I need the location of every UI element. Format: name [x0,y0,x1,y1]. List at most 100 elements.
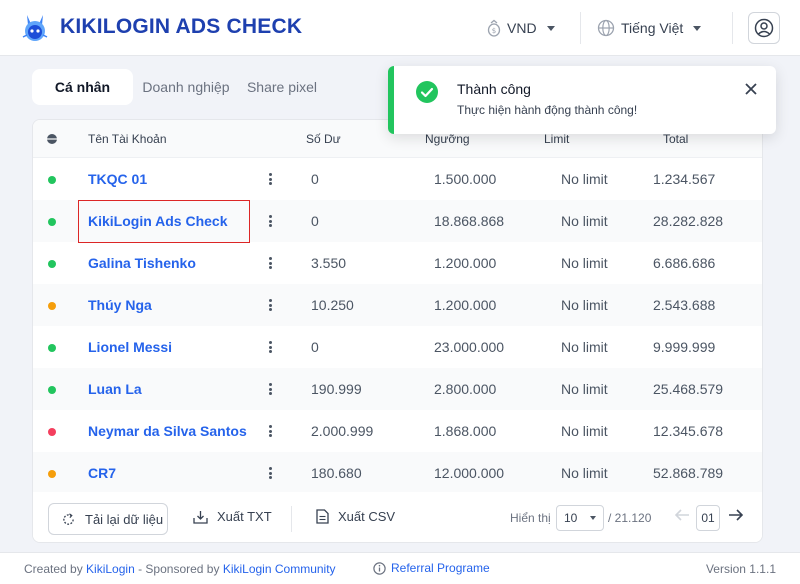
version-label: Version 1.1.1 [705,562,776,576]
balance-cell: 0 [311,171,319,187]
chevron-down-icon [590,516,596,520]
arrow-left-icon[interactable] [674,508,690,522]
account-name-link[interactable]: Thúy Nga [88,297,152,313]
svg-text:$: $ [492,27,496,35]
currency-select[interactable]: $ VND [487,16,555,40]
more-options-icon[interactable] [266,465,274,481]
header-divider [732,12,733,44]
page-size-value: 10 [564,511,578,525]
balance-cell: 3.550 [311,255,347,271]
currency-label: VND [507,20,537,36]
more-options-icon[interactable] [266,297,274,313]
credits: Created by KikiLogin - Sponsored by Kiki… [24,562,336,576]
refresh-icon [63,512,74,525]
balance-cell: 190.999 [311,381,362,397]
column-header-total[interactable]: Total [663,132,688,146]
globe-icon [597,19,615,37]
limit-cell: No limit [561,297,608,313]
balance-cell: 180.680 [311,465,362,481]
account-name-link[interactable]: KikiLogin Ads Check [88,213,228,229]
header-divider [580,12,581,44]
arrow-right-icon[interactable] [728,508,744,522]
more-options-icon[interactable] [266,423,274,439]
table-row[interactable]: Luan La 190.999 2.800.000 No limit 25.468.57… [33,368,762,410]
threshold-cell: 2.800.000 [434,381,497,397]
threshold-cell: 1.868.000 [434,423,497,439]
column-header-name[interactable]: Tên Tài Khoản [88,132,167,146]
column-header-limit[interactable]: Limit [544,132,569,146]
download-icon [193,510,208,524]
column-header-balance[interactable]: Số Dư [306,132,341,146]
account-name-link[interactable]: TKQC 01 [88,171,147,187]
status-column-icon [47,134,57,144]
kikilogin-link[interactable]: KikiLogin [86,562,135,576]
language-select[interactable]: Tiếng Việt [597,16,702,40]
more-options-icon[interactable] [266,171,274,187]
app-header: KIKILOGIN ADS CHECK $ VND Tiếng Việt [0,0,800,56]
reload-label: Tải lại dữ liệu [85,511,164,527]
tab-share-pixel[interactable]: Share pixel [239,69,325,105]
balance-cell: 0 [311,339,319,355]
status-dot [48,428,56,436]
table-row[interactable]: TKQC 01 0 1.500.000 No limit 1.234.567 [33,158,762,200]
check-circle-icon [416,81,438,103]
account-name-link[interactable]: Lionel Messi [88,339,172,355]
status-dot [48,344,56,352]
toolbar-divider [291,506,292,532]
balance-cell: 2.000.999 [311,423,374,439]
status-dot [48,302,56,310]
app-title: KIKILOGIN ADS CHECK [60,15,303,38]
close-icon[interactable] [745,83,757,95]
table-row[interactable]: Thúy Nga 10.250 1.200.000 No limit 2.543.688 [33,284,762,326]
export-txt-button[interactable]: Xuất TXT [193,509,272,524]
total-cell: 2.543.688 [653,297,716,313]
account-name-link[interactable]: Luan La [88,381,142,397]
status-dot [48,260,56,268]
user-menu-button[interactable] [748,12,780,44]
table-row[interactable]: Galina Tishenko 3.550 1.200.000 No limit 6.6… [33,242,762,284]
total-cell: 6.686.686 [653,255,716,271]
threshold-cell: 23.000.000 [434,339,505,355]
more-options-icon[interactable] [266,213,274,229]
community-link[interactable]: KikiLogin Community [223,562,336,576]
page-size-label: Hiển thị [510,511,551,525]
table-row[interactable]: Lionel Messi 0 23.000.000 No limit 9.999.999 [33,326,762,368]
tab-personal[interactable]: Cá nhân [32,69,133,105]
account-name-link[interactable]: Neymar da Silva Santos [88,423,247,439]
export-csv-label: Xuất CSV [338,509,396,524]
account-name-link[interactable]: Galina Tishenko [88,255,196,271]
total-count: / 21.120 [608,511,652,525]
threshold-cell: 12.000.000 [434,465,505,481]
page-footer: Created by KikiLogin - Sponsored by Kiki… [0,552,800,584]
account-tabs: Cá nhân Doanh nghiệp Share pixel [32,69,325,105]
status-dot [48,470,56,478]
threshold-cell: 1.500.000 [434,171,497,187]
tab-business[interactable]: Doanh nghiệp [133,69,239,105]
table-row[interactable]: CR7 180.680 12.000.000 No limit 52.868.789 [33,452,762,494]
limit-cell: No limit [561,171,608,187]
column-header-threshold[interactable]: Ngưỡng [425,132,470,146]
bunny-logo-icon[interactable] [20,13,50,43]
limit-cell: No limit [561,339,608,355]
more-options-icon[interactable] [266,255,274,271]
more-options-icon[interactable] [266,381,274,397]
page-size-select[interactable]: 10 [556,505,604,531]
page-number-input[interactable]: 01 [696,505,720,531]
chevron-down-icon [693,25,702,31]
status-dot [48,176,56,184]
chevron-down-icon [546,25,555,31]
table-toolbar: Tải lại dữ liệu Xuất TXT Xuất CSV Hiển t… [33,492,762,542]
limit-cell: No limit [561,255,608,271]
table-row[interactable]: KikiLogin Ads Check 0 18.868.868 No limit 28… [33,200,762,242]
total-cell: 9.999.999 [653,339,716,355]
language-label: Tiếng Việt [621,20,684,36]
reload-data-button[interactable]: Tải lại dữ liệu [48,503,168,535]
success-toast: Thành công Thực hiện hành động thành côn… [388,66,776,134]
limit-cell: No limit [561,213,608,229]
more-options-icon[interactable] [266,339,274,355]
table-row[interactable]: Neymar da Silva Santos 2.000.999 1.868.000… [33,410,762,452]
referral-link[interactable]: Referral Programe [391,561,490,575]
referral-link-wrap[interactable]: Referral Programe [373,561,490,575]
account-name-link[interactable]: CR7 [88,465,116,481]
export-csv-button[interactable]: Xuất CSV [316,509,395,524]
